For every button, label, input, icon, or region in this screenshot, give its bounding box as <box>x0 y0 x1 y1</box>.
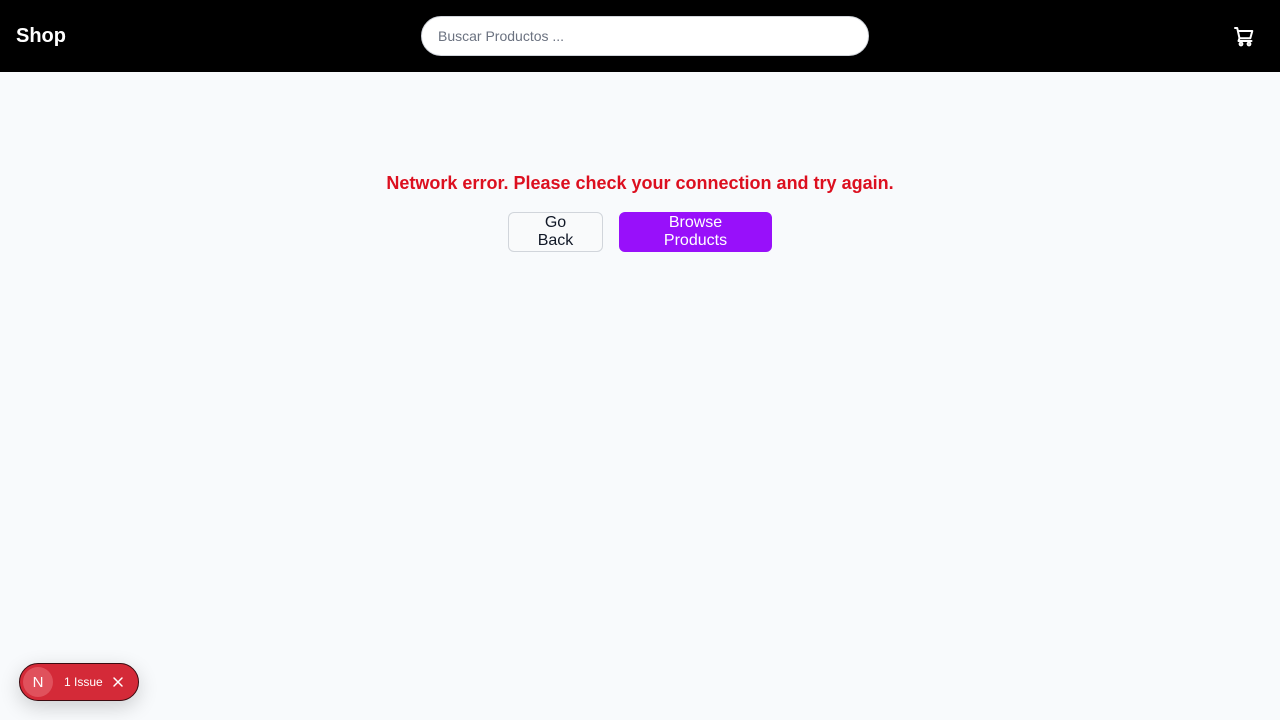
brand-logo[interactable]: Shop <box>16 23 66 49</box>
action-buttons: Go Back Browse Products <box>0 212 1280 252</box>
dev-issues-badge[interactable]: N 1 Issue <box>19 663 139 701</box>
error-message: Network error. Please check your connect… <box>386 173 894 193</box>
search-input[interactable] <box>421 16 869 56</box>
top-navbar: Shop <box>0 0 1280 72</box>
nextjs-logo-icon: N <box>23 667 53 697</box>
shopping-cart-icon <box>1234 27 1254 47</box>
main-content: Network error. Please check your connect… <box>0 72 1280 720</box>
cart-button[interactable] <box>1230 22 1258 50</box>
close-icon[interactable] <box>111 675 125 689</box>
browse-products-button[interactable]: Browse Products <box>619 212 772 252</box>
go-back-button[interactable]: Go Back <box>508 212 603 252</box>
issue-count-label: 1 Issue <box>64 675 103 689</box>
